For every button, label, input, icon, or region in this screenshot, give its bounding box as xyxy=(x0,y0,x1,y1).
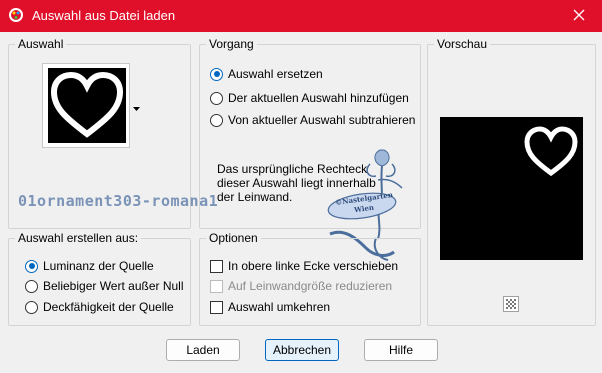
radio-luminanz[interactable]: Luminanz der Quelle xyxy=(25,259,154,273)
checkbox xyxy=(210,259,223,273)
radio-dot xyxy=(25,259,38,273)
paint-app-icon xyxy=(8,7,24,23)
chevron-down-icon[interactable] xyxy=(133,101,140,115)
radio-dot xyxy=(210,113,223,127)
radio-auswahl-hinzufuegen[interactable]: Der aktuellen Auswahl hinzufügen xyxy=(210,91,409,105)
check-label: Auf Leinwandgröße reduzieren xyxy=(228,279,393,293)
checkbox xyxy=(210,279,223,293)
close-button[interactable] xyxy=(556,0,602,32)
check-label: Auswahl umkehren xyxy=(228,300,331,314)
radio-label: Von aktueller Auswahl subtrahieren xyxy=(228,113,416,127)
load-button[interactable]: Laden xyxy=(166,339,240,361)
radio-label: Beliebiger Wert außer Null xyxy=(43,279,184,293)
window-title: Auswahl aus Datei laden xyxy=(32,8,176,23)
radio-dot xyxy=(25,279,38,293)
title-bar: Auswahl aus Datei laden xyxy=(0,0,602,32)
heart-icon xyxy=(523,125,579,182)
vorschau-group-title: Vorschau xyxy=(434,37,491,51)
radio-label: Luminanz der Quelle xyxy=(43,259,154,273)
check-label: In obere linke Ecke verschieben xyxy=(228,259,399,273)
vorgang-group-title: Vorgang xyxy=(206,37,257,51)
radio-label: Deckfähigkeit der Quelle xyxy=(43,300,174,314)
check-auswahl-umkehren[interactable]: Auswahl umkehren xyxy=(210,300,330,314)
check-leinwandgroesse: Auf Leinwandgröße reduzieren xyxy=(210,279,392,293)
auswahl-group-title: Auswahl xyxy=(15,37,67,51)
preview-canvas xyxy=(440,117,583,260)
radio-beliebiger-wert[interactable]: Beliebiger Wert außer Null xyxy=(25,279,184,293)
radio-label: Auswahl ersetzen xyxy=(228,67,323,81)
checkbox xyxy=(210,300,223,314)
heart-icon xyxy=(48,71,126,146)
radio-auswahl-subtrahieren[interactable]: Von aktueller Auswahl subtrahieren xyxy=(210,113,415,127)
close-icon xyxy=(573,9,585,24)
radio-deckfaehigkeit[interactable]: Deckfähigkeit der Quelle xyxy=(25,300,174,314)
radio-dot xyxy=(210,67,223,81)
radio-label: Der aktuellen Auswahl hinzufügen xyxy=(228,91,409,105)
radio-auswahl-ersetzen[interactable]: Auswahl ersetzen xyxy=(210,67,323,81)
radio-dot xyxy=(25,300,38,314)
selection-thumbnail[interactable] xyxy=(42,63,130,148)
transparency-checker-icon[interactable] xyxy=(503,296,519,312)
watermark-text: 01ornament303-romana1 xyxy=(18,192,219,210)
help-button[interactable]: Hilfe xyxy=(364,339,438,361)
check-obere-linke-ecke[interactable]: In obere linke Ecke verschieben xyxy=(210,259,398,273)
optionen-group-title: Optionen xyxy=(206,231,261,245)
erstellen-group-title: Auswahl erstellen aus: xyxy=(15,231,142,245)
cancel-button[interactable]: Abbrechen xyxy=(265,339,339,361)
radio-dot xyxy=(210,91,223,105)
